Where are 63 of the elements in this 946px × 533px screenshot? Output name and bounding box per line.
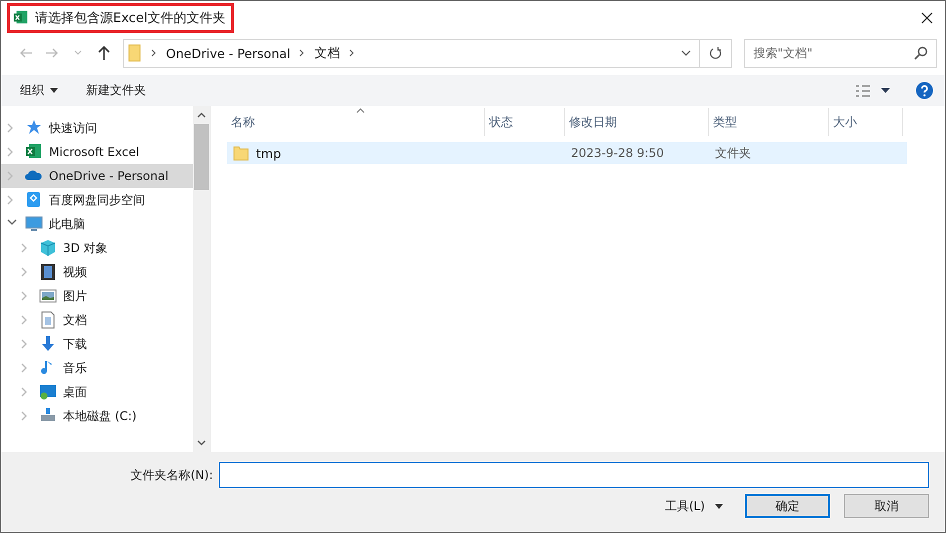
- file-name: tmp: [256, 146, 282, 160]
- tree-item[interactable]: 百度网盘同步空间: [1, 188, 193, 212]
- picture-icon: [39, 287, 57, 305]
- refresh-icon: [709, 46, 722, 60]
- scroll-up-icon[interactable]: [197, 112, 206, 118]
- tree-item[interactable]: OneDrive - Personal: [1, 164, 193, 188]
- excel-icon: [25, 143, 43, 161]
- chevron-right-icon: [151, 49, 157, 57]
- tree-item[interactable]: 图片: [1, 284, 193, 308]
- column-header[interactable]: 状态: [485, 108, 565, 136]
- view-list-icon[interactable]: [855, 84, 871, 98]
- window-title: 请选择包含源Excel文件的文件夹: [35, 10, 226, 27]
- tree-item[interactable]: 下载: [1, 332, 193, 356]
- document-icon: [39, 311, 57, 329]
- tree-item[interactable]: 快速访问: [1, 116, 193, 140]
- tree-item[interactable]: 此电脑: [1, 212, 193, 236]
- column-header[interactable]: 类型: [709, 108, 829, 136]
- column-header[interactable]: 修改日期: [565, 108, 709, 136]
- caret-icon: [715, 504, 723, 508]
- ok-button[interactable]: 确定: [745, 494, 830, 518]
- tree-item[interactable]: 3D 对象: [1, 236, 193, 260]
- breadcrumb[interactable]: 文档: [314, 44, 340, 62]
- folder-name-field[interactable]: [219, 462, 929, 488]
- tree-item[interactable]: Microsoft Excel: [1, 140, 193, 164]
- tree-item[interactable]: 本地磁盘 (C:): [1, 404, 193, 428]
- folder-icon: [128, 44, 142, 62]
- refresh-button[interactable]: [700, 38, 732, 68]
- column-header[interactable]: 名称: [227, 108, 485, 136]
- download-icon: [39, 335, 57, 353]
- cancel-button[interactable]: 取消: [844, 494, 929, 518]
- breadcrumb[interactable]: OneDrive - Personal: [166, 46, 290, 60]
- tree-item[interactable]: 文档: [1, 308, 193, 332]
- pc-icon: [25, 215, 43, 233]
- chevron-right-icon[interactable]: [299, 49, 306, 57]
- search-icon[interactable]: [914, 46, 928, 60]
- folder-icon: [233, 145, 249, 161]
- tree-item[interactable]: 音乐: [1, 356, 193, 380]
- chevron-down-icon[interactable]: [681, 50, 691, 56]
- help-button[interactable]: [916, 82, 933, 99]
- type-cell-text: 文件夹: [714, 144, 752, 162]
- field-label: 文件夹名称(N):: [130, 466, 213, 484]
- address-bar[interactable]: OneDrive - Personal 文档: [123, 38, 700, 68]
- new-folder-button[interactable]: 新建文件夹: [77, 78, 155, 103]
- search-field[interactable]: 搜索"文档": [744, 38, 937, 68]
- tools-menu[interactable]: 工具(L): [658, 496, 729, 516]
- file-row[interactable]: tmp 2023-9-28 9:50 文件夹: [227, 142, 907, 164]
- scroll-thumb[interactable]: [194, 124, 209, 190]
- column-header[interactable]: 大小: [829, 108, 903, 136]
- scroll-down-icon[interactable]: [197, 440, 206, 446]
- desktop-icon: [39, 383, 57, 401]
- cube-icon: [39, 239, 57, 257]
- caret-icon[interactable]: [881, 88, 890, 93]
- chevron-right-icon[interactable]: [349, 49, 356, 57]
- close-icon[interactable]: [921, 12, 933, 24]
- tree-item[interactable]: 视频: [1, 260, 193, 284]
- sort-caret-icon: [356, 108, 364, 113]
- caret-icon: [50, 88, 58, 93]
- excel-icon: [13, 10, 29, 26]
- video-icon: [39, 263, 57, 281]
- tree-item[interactable]: 桌面: [1, 380, 193, 404]
- organize-menu[interactable]: 组织: [11, 78, 67, 103]
- star-icon: [25, 119, 43, 137]
- date-cell-text: 2023-9-28 9:50: [570, 145, 665, 162]
